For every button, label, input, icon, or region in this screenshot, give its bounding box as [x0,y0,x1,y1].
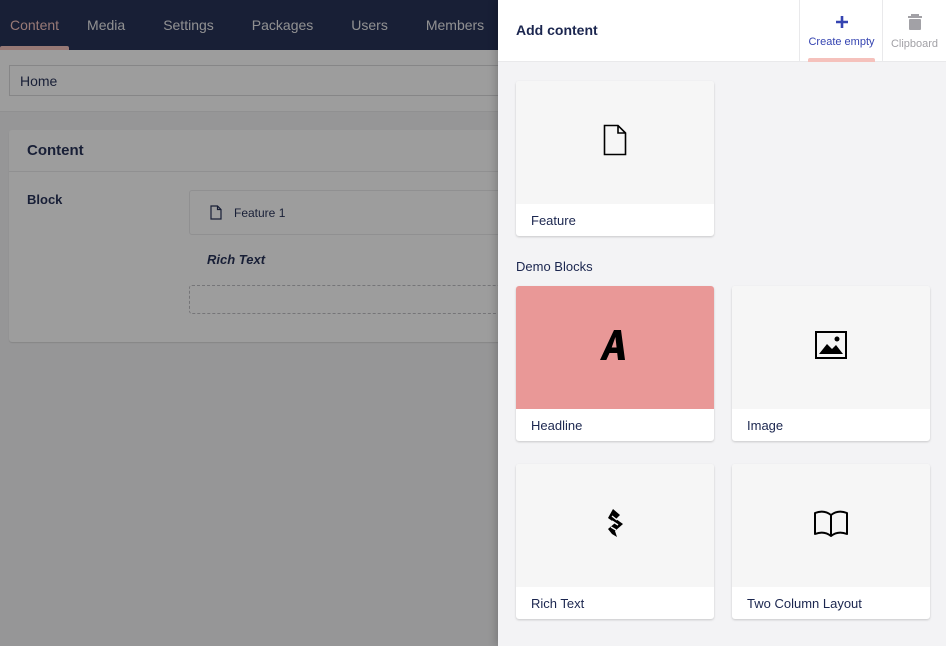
panel-title: Add content [516,22,598,38]
card-label: Two Column Layout [747,596,862,611]
group-title-demo-blocks: Demo Blocks [516,259,593,274]
card-label: Rich Text [531,596,585,611]
clipboard-icon [907,13,923,34]
card-thumbnail [516,464,714,587]
card-label: Image [747,418,784,433]
card-thumbnail [516,81,714,204]
headline-a-icon [599,329,631,366]
book-icon [813,509,849,542]
create-empty-button[interactable]: Create empty [799,0,883,62]
picture-icon [815,331,847,364]
add-content-panel: Add content Create empty Clipboard Featu… [498,0,946,646]
clipboard-label: Clipboard [890,37,939,50]
block-card-feature[interactable]: Feature [516,81,714,236]
card-thumbnail [732,286,930,409]
plus-icon [835,15,849,32]
document-icon [603,124,627,161]
block-card-image[interactable]: Image [732,286,930,441]
card-thumbnail [516,286,714,409]
card-label: Feature [531,213,576,228]
panel-header: Add content Create empty Clipboard [498,0,946,62]
create-empty-label: Create empty [808,35,875,48]
card-label: Headline [531,418,583,433]
rich-text-icon [603,508,627,543]
block-card-rich-text[interactable]: Rich Text [516,464,714,619]
block-card-two-column-layout[interactable]: Two Column Layout [732,464,930,619]
card-thumbnail [732,464,930,587]
block-card-headline[interactable]: Headline [516,286,714,441]
clipboard-button[interactable]: Clipboard [882,0,946,62]
